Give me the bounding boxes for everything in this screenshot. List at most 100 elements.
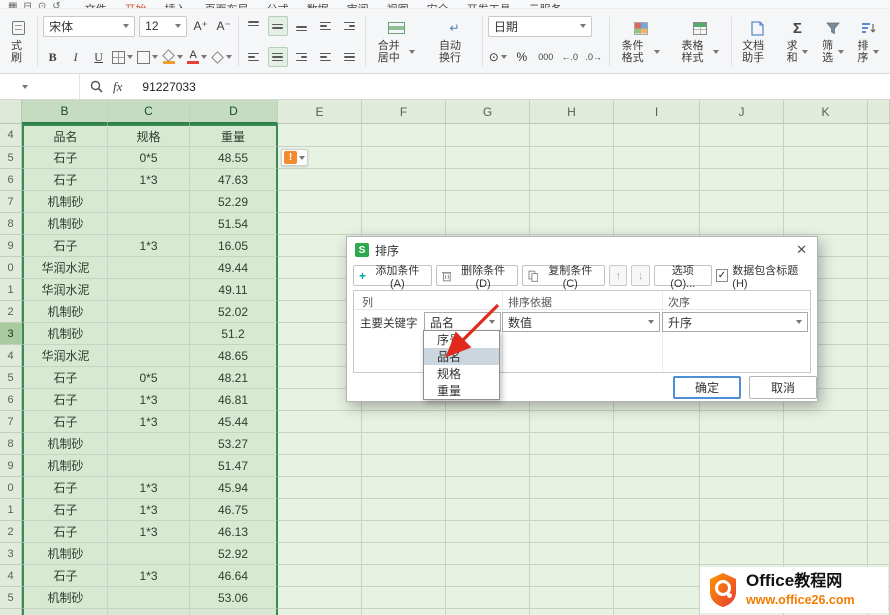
shading-button[interactable] [211, 47, 232, 67]
dialog-title-bar[interactable]: S 排序 ✕ [347, 237, 817, 263]
cell[interactable]: 机制砂 [22, 455, 108, 477]
row-header[interactable]: 5 [0, 587, 22, 609]
cell[interactable]: 45.44 [190, 411, 278, 433]
cell-empty[interactable] [700, 411, 784, 433]
cell-empty[interactable] [614, 543, 700, 565]
cell-empty[interactable] [278, 587, 362, 609]
tab-6[interactable]: 审阅 [347, 1, 369, 9]
cell-empty[interactable] [784, 124, 868, 147]
cell[interactable]: 51.2 [190, 323, 278, 345]
column-header-K[interactable]: K [784, 100, 868, 124]
cell[interactable] [108, 279, 190, 301]
row-header[interactable]: 6 [0, 389, 22, 411]
cell-empty[interactable] [868, 345, 890, 367]
cell-empty[interactable] [868, 169, 890, 191]
cell-empty[interactable] [278, 411, 362, 433]
cell-empty[interactable] [362, 191, 446, 213]
tab-10[interactable]: 云服务 [529, 1, 562, 9]
row-header[interactable]: 3 [0, 543, 22, 565]
cell-empty[interactable] [278, 521, 362, 543]
cell-empty[interactable] [868, 367, 890, 389]
cell-empty[interactable] [362, 169, 446, 191]
cell-empty[interactable] [362, 587, 446, 609]
cell[interactable]: 机制砂 [22, 213, 108, 235]
cell[interactable]: 0*5 [108, 147, 190, 169]
cell-empty[interactable] [868, 235, 890, 257]
cell[interactable]: 52.02 [190, 301, 278, 323]
row-header[interactable] [0, 609, 22, 615]
table-style-button[interactable]: 表格样式 [675, 20, 727, 64]
cell-empty[interactable] [784, 191, 868, 213]
cell[interactable]: 52.29 [190, 191, 278, 213]
column-header-H[interactable]: H [530, 100, 614, 124]
cell[interactable]: 48.55 [190, 147, 278, 169]
cell-empty[interactable] [614, 169, 700, 191]
cell[interactable]: 石子 [22, 169, 108, 191]
borders-button[interactable] [112, 47, 133, 67]
cell-empty[interactable] [530, 477, 614, 499]
column-header-E[interactable]: E [278, 100, 362, 124]
cell-empty[interactable] [868, 191, 890, 213]
cell-empty[interactable] [868, 279, 890, 301]
cell-empty[interactable] [278, 213, 362, 235]
row-header[interactable]: 1 [0, 499, 22, 521]
cell-empty[interactable] [614, 499, 700, 521]
row-header[interactable]: 5 [0, 367, 22, 389]
cell[interactable]: 华润水泥 [22, 279, 108, 301]
cell[interactable]: 46.64 [190, 565, 278, 587]
quick-access-icon[interactable]: ▦ [8, 1, 17, 9]
cell[interactable]: 49.11 [190, 279, 278, 301]
error-smart-tag[interactable]: ! [281, 149, 308, 166]
cell[interactable]: 49.44 [190, 257, 278, 279]
cell-empty[interactable] [278, 124, 362, 147]
cell-empty[interactable] [278, 477, 362, 499]
cell-empty[interactable] [868, 455, 890, 477]
column-header-C[interactable]: C [108, 100, 190, 124]
delete-condition-button[interactable]: 删除条件(D) [436, 265, 518, 286]
cell-empty[interactable] [868, 323, 890, 345]
cell-empty[interactable] [614, 433, 700, 455]
cell-empty[interactable] [700, 499, 784, 521]
conditional-format-button[interactable]: 条件格式 [615, 20, 667, 64]
quick-access-icon[interactable]: ⊟ [23, 1, 31, 9]
cell-empty[interactable] [278, 169, 362, 191]
cell[interactable]: 53.27 [190, 433, 278, 455]
decrease-font-button[interactable]: A⁻ [214, 16, 233, 36]
row-header[interactable]: 2 [0, 521, 22, 543]
row-header[interactable]: 6 [0, 169, 22, 191]
row-header[interactable]: 9 [0, 235, 22, 257]
cell-empty[interactable] [278, 565, 362, 587]
row-header[interactable]: 8 [0, 433, 22, 455]
tab-5[interactable]: 数据 [307, 1, 329, 9]
cell[interactable]: 重量 [190, 124, 278, 147]
cell-empty[interactable] [362, 213, 446, 235]
cell-empty[interactable] [868, 543, 890, 565]
cell[interactable]: 机制砂 [22, 323, 108, 345]
cell-empty[interactable] [446, 521, 530, 543]
move-up-button[interactable]: ↑ [609, 265, 628, 286]
cell-empty[interactable] [530, 213, 614, 235]
row-header[interactable]: 2 [0, 301, 22, 323]
currency-style-button[interactable]: ⊙ [488, 47, 508, 67]
row-header[interactable]: 3 [0, 323, 22, 345]
row-header[interactable]: 5 [0, 147, 22, 169]
cell-empty[interactable] [446, 124, 530, 147]
italic-button[interactable]: I [66, 47, 85, 67]
cell-empty[interactable] [784, 411, 868, 433]
tab-4[interactable]: 公式 [267, 1, 289, 9]
cell[interactable]: 华润水泥 [22, 257, 108, 279]
cell-empty[interactable] [700, 477, 784, 499]
font-size-select[interactable]: 12 [139, 16, 187, 37]
cell-empty[interactable] [530, 609, 614, 615]
cell-empty[interactable] [784, 169, 868, 191]
fx-icon[interactable]: fx [113, 79, 122, 95]
cell-empty[interactable] [530, 521, 614, 543]
cell[interactable]: 48.21 [190, 367, 278, 389]
cell[interactable] [108, 323, 190, 345]
cell-empty[interactable] [868, 521, 890, 543]
cell-empty[interactable] [446, 213, 530, 235]
cell[interactable] [108, 345, 190, 367]
cell-empty[interactable] [530, 499, 614, 521]
column-header-I[interactable]: I [614, 100, 700, 124]
dropdown-item[interactable]: 序号 [424, 331, 499, 348]
